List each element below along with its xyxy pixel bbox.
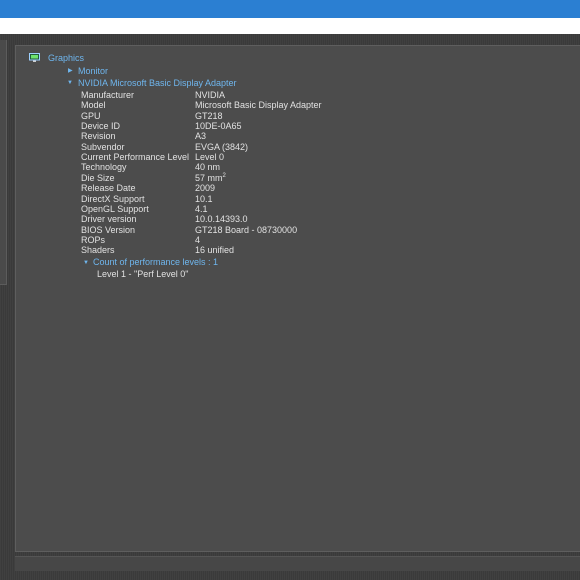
property-value: A3 [195,131,207,141]
property-value: 40 nm [195,162,221,172]
property-value: Microsoft Basic Display Adapter [195,100,322,110]
property-label: Release Date [81,183,136,193]
tree-node-adapter[interactable]: NVIDIA Microsoft Basic Display Adapter [78,78,237,89]
triangle-right-icon[interactable]: ▶ [68,67,73,74]
triangle-down-icon[interactable]: ▼ [83,260,89,266]
property-label: Model [81,100,106,110]
property-label: Revision [81,131,116,141]
property-value: GT218 Board - 08730000 [195,225,298,235]
property-label: Technology [81,162,127,172]
tree-node-perf-levels[interactable]: Count of performance levels : 1 [93,257,218,268]
property-value: 16 unified [195,245,235,255]
property-label: Shaders [81,245,115,255]
tree-node-graphics[interactable]: Graphics [48,53,84,64]
tree-node-monitor[interactable]: Monitor [78,66,108,77]
toolbar [0,18,580,34]
tree-node-perf-level-item[interactable]: Level 1 - "Perf Level 0" [97,269,188,280]
monitor-icon [29,53,40,62]
status-bar [15,556,580,571]
property-value: 10.0.14393.0 [195,214,248,224]
left-pane [0,40,7,285]
property-label: Driver version [81,214,137,224]
property-value: 2009 [195,183,216,193]
triangle-down-icon[interactable]: ▼ [67,80,73,86]
title-bar [0,0,580,18]
